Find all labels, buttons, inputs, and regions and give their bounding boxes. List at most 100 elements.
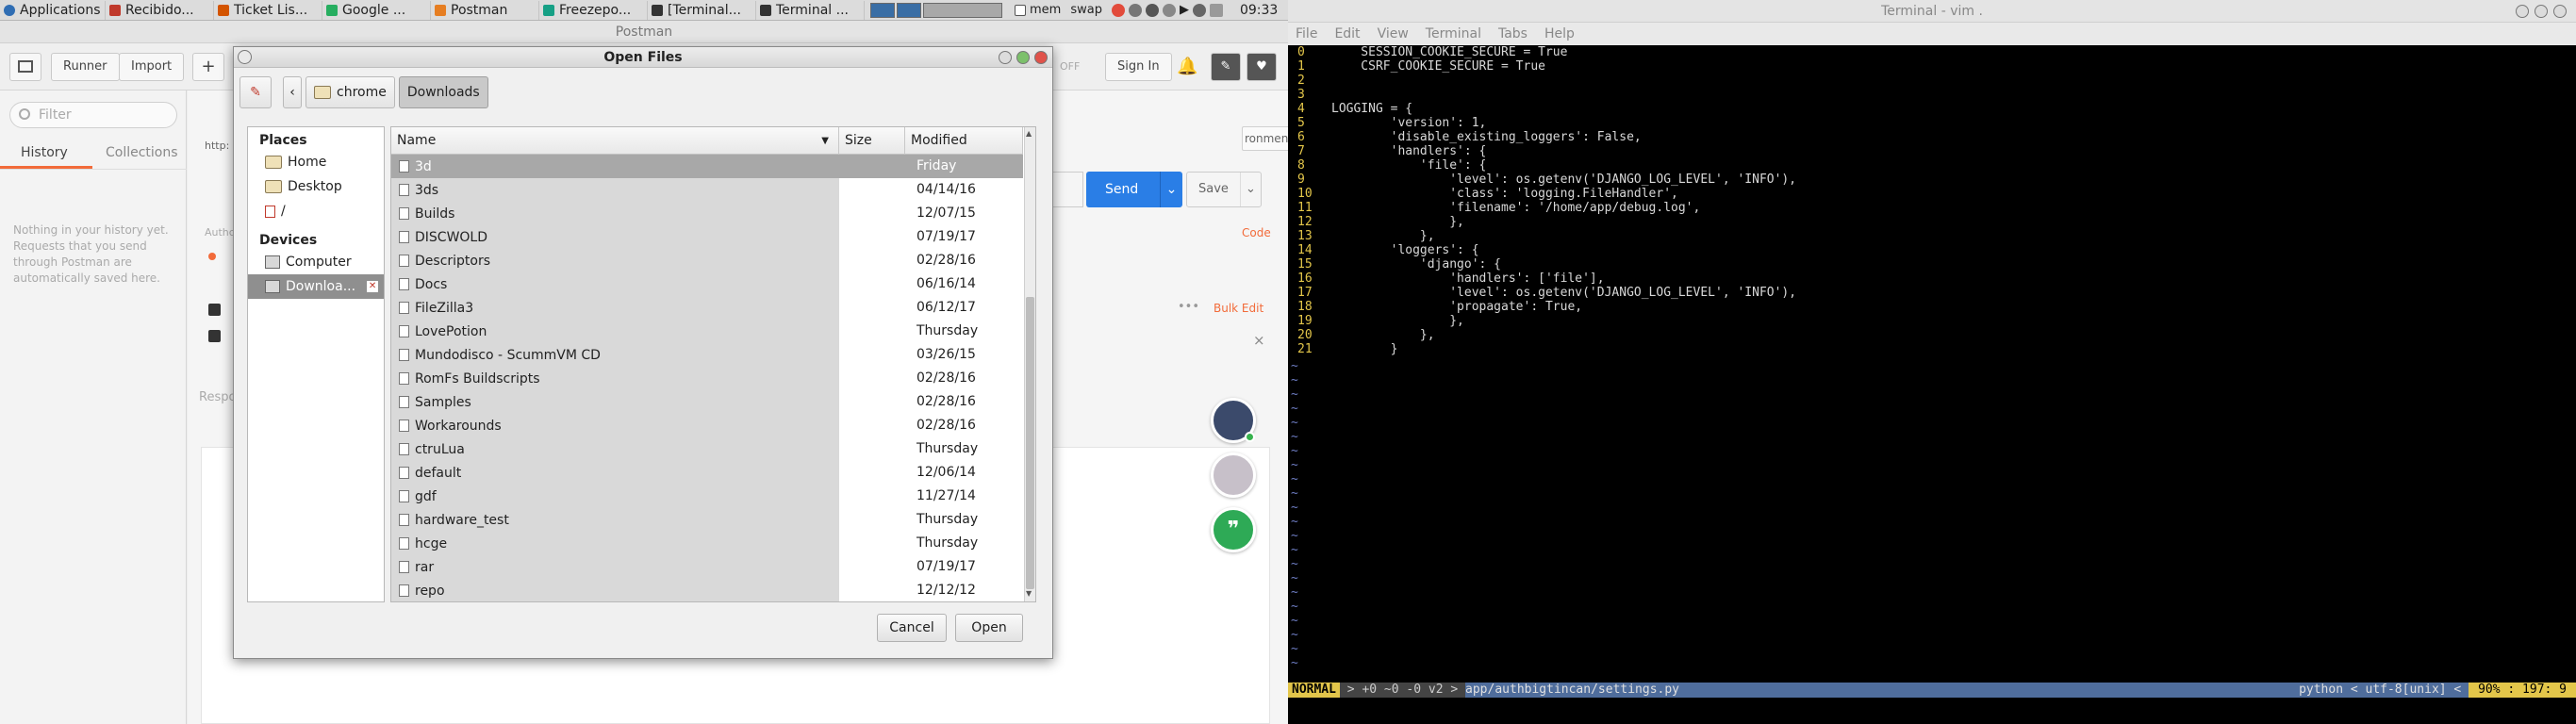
taskbar-item[interactable]: Postman	[431, 0, 539, 20]
place-desktop[interactable]: Desktop	[248, 174, 384, 199]
code-link[interactable]: Code	[1242, 226, 1271, 239]
settings-wrench-icon[interactable]: ✎	[1211, 53, 1241, 81]
sidebar-toggle-button[interactable]	[9, 53, 41, 81]
taskbar-item[interactable]: Recibido...	[106, 0, 214, 20]
heart-icon[interactable]: ♥	[1247, 53, 1277, 81]
path-back-button[interactable]: ‹	[283, 76, 302, 108]
new-tab-button[interactable]: +	[192, 53, 224, 81]
taskbar-item[interactable]: [Terminal...	[648, 0, 756, 20]
device-downloads[interactable]: Downloa... ✕	[248, 274, 384, 299]
workspace-3[interactable]	[923, 2, 1002, 18]
menu-item[interactable]: Tabs	[1498, 26, 1527, 41]
menu-item[interactable]: View	[1378, 26, 1409, 41]
scroll-up-arrow[interactable]: ▲	[1026, 129, 1032, 138]
save-dropdown-icon[interactable]: ⌄	[1240, 173, 1261, 206]
runner-button[interactable]: Runner	[51, 53, 120, 81]
file-row[interactable]: ctruLua Thursday	[391, 437, 1023, 461]
cancel-button[interactable]: Cancel	[877, 614, 947, 642]
path-chrome-button[interactable]: chrome	[305, 76, 395, 108]
battery-tray-icon[interactable]	[1209, 3, 1223, 17]
column-modified[interactable]: Modified	[905, 127, 1023, 155]
menu-item[interactable]: Help	[1544, 26, 1575, 41]
eject-icon[interactable]: ✕	[367, 281, 379, 292]
send-button[interactable]: Send ⌄	[1086, 172, 1182, 207]
chrome-tray-icon[interactable]	[1111, 3, 1125, 17]
file-row[interactable]: repo 12/12/12	[391, 579, 1023, 601]
open-button[interactable]: Open	[955, 614, 1023, 642]
file-row[interactable]: FileZilla3 06/12/17	[391, 296, 1023, 320]
send-dropdown-icon[interactable]: ⌄	[1160, 172, 1182, 207]
workspace-2[interactable]	[897, 2, 921, 18]
close-icon[interactable]: ×	[1253, 332, 1265, 349]
volume-tray-icon[interactable]	[1192, 3, 1206, 17]
checkbox-2[interactable]	[208, 330, 221, 342]
notifications-icon[interactable]: 🔔	[1177, 57, 1197, 77]
file-row[interactable]: rar 07/19/17	[391, 555, 1023, 579]
network-tray-icon[interactable]	[1128, 3, 1142, 17]
taskbar-item[interactable]: Google ...	[322, 0, 431, 20]
tab-history[interactable]: History	[21, 138, 68, 168]
file-name: default	[415, 465, 462, 481]
avatar-2[interactable]	[1211, 452, 1256, 498]
file-row[interactable]: RomFs Buildscripts 02/28/16	[391, 367, 1023, 390]
file-row[interactable]: 3d Friday	[391, 155, 1023, 178]
file-row[interactable]: Mundodisco - ScummVM CD 03/26/15	[391, 343, 1023, 367]
file-row[interactable]: hcge Thursday	[391, 532, 1023, 555]
filter-input[interactable]: Filter	[9, 102, 177, 128]
place-root[interactable]: /	[248, 199, 384, 223]
file-row[interactable]: Descriptors 02/28/16	[391, 249, 1023, 272]
taskbar-item[interactable]: Ticket Lis...	[214, 0, 322, 20]
file-row[interactable]: Workarounds 02/28/16	[391, 414, 1023, 437]
device-computer[interactable]: Computer	[248, 250, 384, 274]
applications-menu[interactable]: Applications	[0, 0, 106, 20]
file-row[interactable]: hardware_test Thursday	[391, 508, 1023, 532]
path-downloads-button[interactable]: Downloads	[398, 76, 488, 108]
code-text: 'level': os.getenv('DJANGO_LOG_LEVEL', '…	[1331, 173, 1797, 187]
tab-collections[interactable]: Collections	[106, 138, 178, 168]
file-row[interactable]: Docs 06/16/14	[391, 272, 1023, 296]
menu-item[interactable]: Terminal	[1426, 26, 1481, 41]
scroll-down-arrow[interactable]: ▼	[1026, 589, 1032, 598]
workspace-switcher[interactable]	[865, 2, 1010, 18]
file-row[interactable]: LovePotion Thursday	[391, 320, 1023, 343]
play-tray-icon[interactable]: ▶	[1180, 3, 1189, 17]
column-size[interactable]: Size	[839, 127, 905, 155]
taskbar-item[interactable]: Terminal ...	[756, 0, 865, 20]
more-icon[interactable]: •••	[1178, 300, 1199, 314]
menu-item[interactable]: File	[1296, 26, 1317, 41]
maximize-button[interactable]	[1016, 51, 1030, 64]
column-name[interactable]: Name ▼	[391, 127, 839, 155]
terminal-maximize-button[interactable]	[2535, 5, 2548, 18]
place-home[interactable]: Home	[248, 150, 384, 174]
close-button[interactable]	[1034, 51, 1048, 64]
scroll-thumb[interactable]	[1026, 297, 1034, 589]
clock[interactable]: 09:33	[1235, 3, 1282, 18]
params-button-partial[interactable]	[1053, 172, 1083, 207]
menu-item[interactable]: Edit	[1334, 26, 1360, 41]
edit-path-button[interactable]: ✎	[239, 76, 272, 108]
file-row[interactable]: gdf 11/27/14	[391, 485, 1023, 508]
file-row[interactable]: default 12/06/14	[391, 461, 1023, 485]
terminal-minimize-button[interactable]	[2516, 5, 2529, 18]
bulk-edit-link[interactable]: Bulk Edit	[1214, 302, 1263, 315]
terminal-close-button[interactable]	[2553, 5, 2567, 18]
sign-in-button[interactable]: Sign In	[1105, 53, 1172, 81]
file-list-scrollbar[interactable]: ▲ ▼	[1024, 127, 1035, 601]
file-row[interactable]: Samples 02/28/16	[391, 390, 1023, 414]
taskbar-item[interactable]: Freezepo...	[539, 0, 648, 20]
bluetooth-tray-icon[interactable]	[1145, 3, 1159, 17]
settings-tray-icon[interactable]	[1162, 3, 1176, 17]
workspace-1[interactable]	[870, 2, 895, 18]
file-row[interactable]: DISCWOLD 07/19/17	[391, 225, 1023, 249]
checkbox-1[interactable]	[208, 304, 221, 316]
file-modified: 07/19/17	[916, 559, 976, 574]
quote-chat-button[interactable]: ❞	[1211, 507, 1256, 552]
save-button[interactable]: Save ⌄	[1186, 172, 1262, 207]
vim-buffer[interactable]: 0 SESSION_COOKIE_SECURE = True 1 CSRF_COO…	[1288, 45, 2576, 357]
dialog-menu-icon[interactable]	[238, 50, 252, 64]
minimize-button[interactable]	[999, 51, 1012, 64]
file-row[interactable]: Builds 12/07/15	[391, 202, 1023, 225]
import-button[interactable]: Import	[119, 53, 185, 81]
file-name-cell: Mundodisco - ScummVM CD	[391, 343, 839, 367]
file-row[interactable]: 3ds 04/14/16	[391, 178, 1023, 202]
